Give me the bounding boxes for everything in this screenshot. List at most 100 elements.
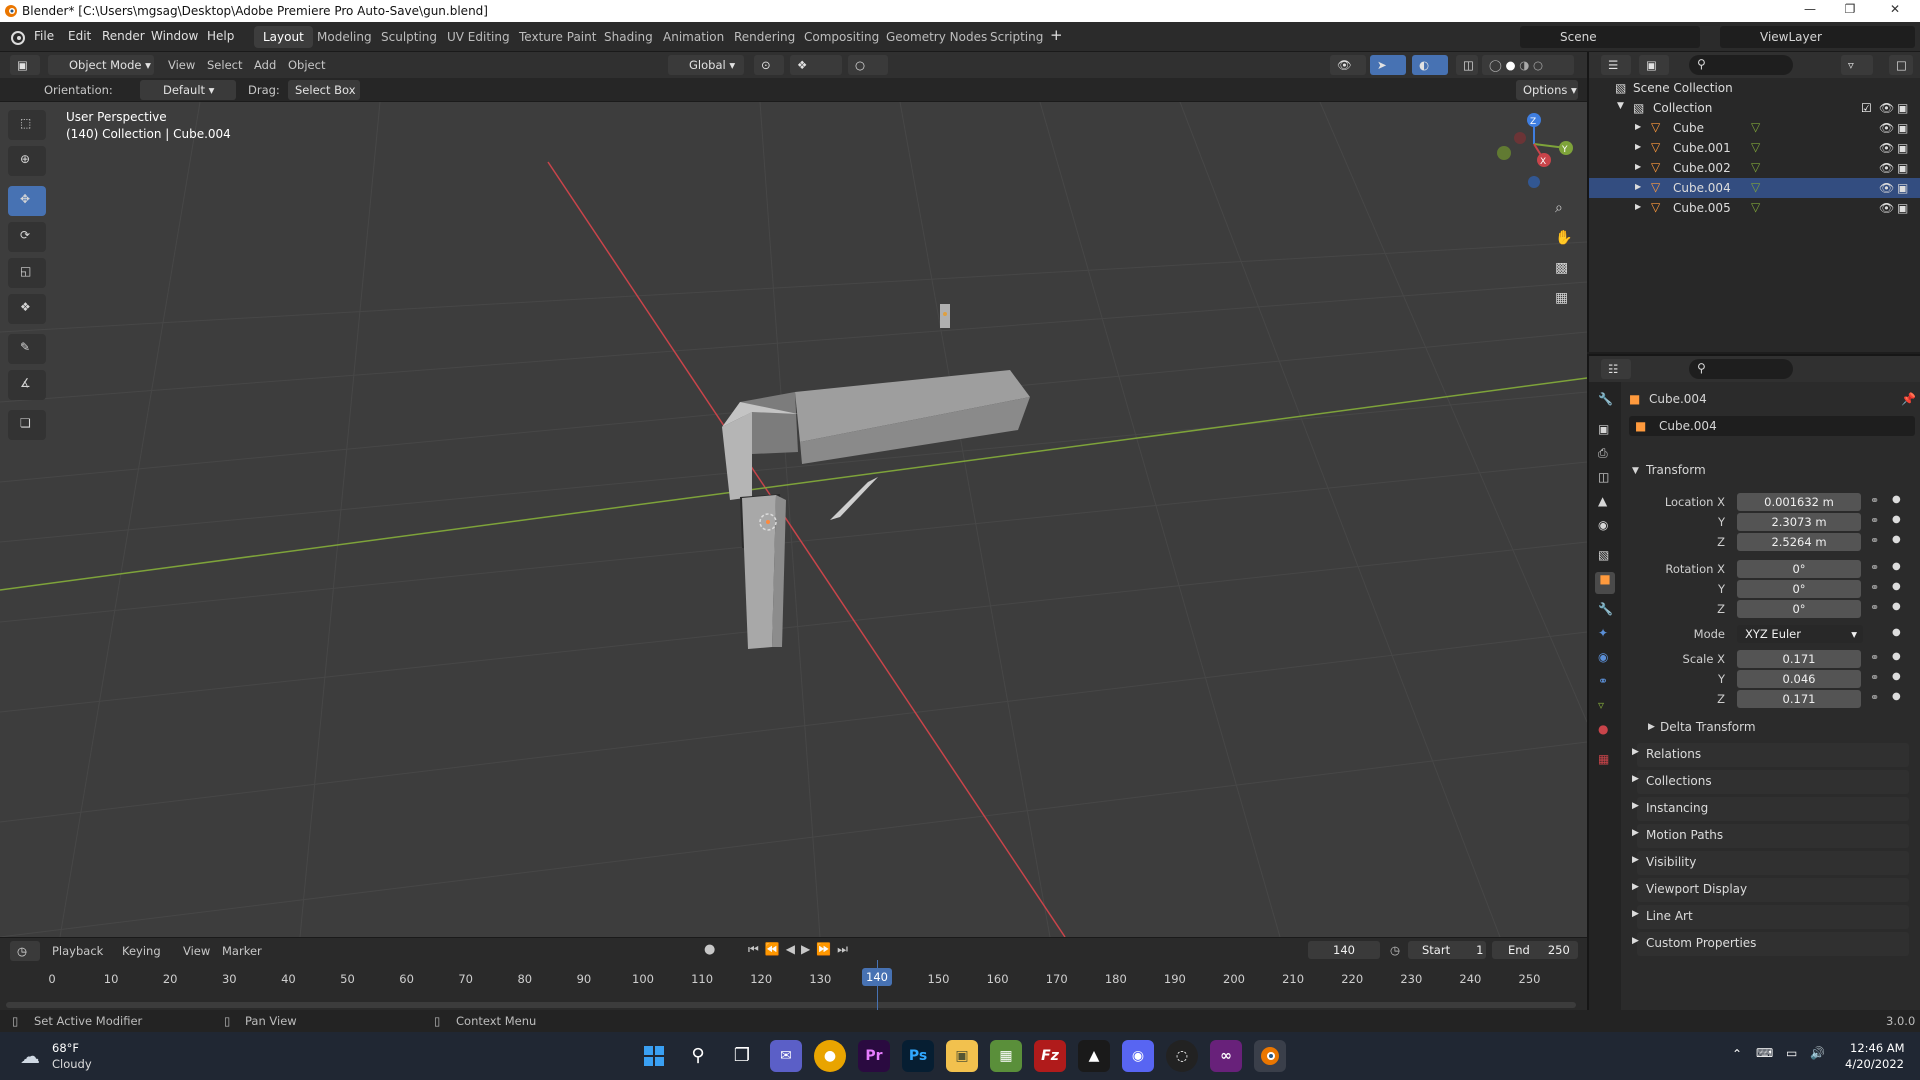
overlay-toggle-button[interactable]: ◐: [1412, 55, 1448, 75]
object-render-icon[interactable]: ▣: [1897, 161, 1908, 175]
keyframe-dot-icon[interactable]: ●: [1892, 561, 1901, 572]
panel-collapsed[interactable]: ▶ Line Art: [1632, 905, 1909, 929]
menu-help[interactable]: Help: [207, 29, 234, 43]
lock-icon[interactable]: ⚭: [1870, 691, 1879, 704]
minecraft-icon[interactable]: ▦: [990, 1040, 1022, 1072]
particles-tab-icon[interactable]: ✦: [1598, 626, 1608, 640]
tab-sculpting[interactable]: Sculpting: [372, 26, 446, 48]
menu-playback[interactable]: Playback: [52, 944, 103, 958]
outliner-row-object[interactable]: ▶ ▽ Cube.002 ▽ 👁 ▣: [1589, 158, 1920, 178]
move-tool[interactable]: ✥: [8, 186, 46, 216]
minimize-button[interactable]: —: [1790, 2, 1830, 20]
blender-menu-icon[interactable]: [10, 30, 26, 46]
lock-icon[interactable]: ⚭: [1870, 561, 1879, 574]
menu-file[interactable]: File: [34, 29, 54, 43]
outliner-row-collection[interactable]: ▼ ▧ Collection ☑ 👁 ▣: [1589, 98, 1920, 118]
viewlayer-selector[interactable]: ViewLayer: [1720, 26, 1915, 48]
record-button[interactable]: ●: [704, 942, 715, 957]
photoshop-icon[interactable]: Ps: [902, 1040, 934, 1072]
mesh-data-icon[interactable]: ▽: [1751, 180, 1760, 194]
obs-icon[interactable]: ◌: [1166, 1040, 1198, 1072]
panel-collapsed[interactable]: ▶ Collections: [1632, 770, 1909, 794]
select-box-tool[interactable]: ⬚: [8, 110, 46, 140]
object-datablock-field[interactable]: ■ Cube.004: [1629, 416, 1915, 436]
collection-render-icon[interactable]: ▣: [1897, 101, 1908, 115]
material-shading-icon[interactable]: ◑: [1519, 58, 1529, 72]
scale-y-field[interactable]: 0.046: [1737, 670, 1861, 688]
tab-texture-paint[interactable]: Texture Paint: [510, 26, 605, 48]
lock-icon[interactable]: ⚭: [1870, 534, 1879, 547]
volume-icon[interactable]: 🔊: [1810, 1046, 1825, 1060]
display-icon[interactable]: ▭: [1786, 1046, 1797, 1060]
keyframe-dot-icon[interactable]: ●: [1892, 691, 1901, 702]
tab-compositing[interactable]: Compositing: [795, 26, 888, 48]
keyframe-dot-icon[interactable]: ●: [1892, 514, 1901, 525]
scale-x-field[interactable]: 0.171: [1737, 650, 1861, 668]
scale-tool[interactable]: ◱: [8, 258, 46, 288]
search-taskbar-icon[interactable]: ⚲: [682, 1040, 714, 1072]
outliner-search-input[interactable]: ⚲: [1689, 55, 1793, 75]
panel-collapsed[interactable]: ▶ Visibility: [1632, 851, 1909, 875]
transform-panel-title[interactable]: Transform: [1646, 463, 1706, 477]
add-workspace-icon[interactable]: +: [1050, 26, 1063, 44]
unity-icon[interactable]: ▲: [1078, 1040, 1110, 1072]
tool-tab-icon[interactable]: 🔧: [1598, 392, 1613, 406]
object-render-icon[interactable]: ▣: [1897, 141, 1908, 155]
render-tab-icon[interactable]: ▣: [1598, 422, 1609, 436]
menu-edit[interactable]: Edit: [68, 29, 91, 43]
annotate-tool[interactable]: ✎: [8, 334, 46, 364]
pin-icon[interactable]: 📌: [1901, 392, 1916, 406]
expand-chevron-icon[interactable]: ▶: [1635, 162, 1641, 171]
delta-transform-label[interactable]: Delta Transform: [1660, 720, 1756, 734]
pivot-point-button[interactable]: ⊙: [754, 55, 784, 75]
menu-object[interactable]: Object: [288, 58, 325, 72]
menu-view[interactable]: View: [168, 58, 195, 72]
keyframe-dot-icon[interactable]: ●: [1892, 651, 1901, 662]
expand-chevron-icon[interactable]: ▶: [1635, 142, 1641, 151]
panel-collapsed[interactable]: ▶ Relations: [1632, 743, 1909, 767]
material-tab-icon[interactable]: ●: [1598, 722, 1608, 736]
outliner-row-object[interactable]: ▶ ▽ Cube ▽ 👁 ▣: [1589, 118, 1920, 138]
solid-shading-icon[interactable]: ●: [1506, 58, 1516, 72]
menu-timeline-view[interactable]: View: [183, 944, 210, 958]
transform-tool[interactable]: ❖: [8, 294, 46, 324]
cursor-tool[interactable]: ⊕: [8, 146, 46, 176]
menu-window[interactable]: Window: [151, 29, 198, 43]
texture-tab-icon[interactable]: ▦: [1598, 752, 1609, 766]
new-collection-button[interactable]: □: [1889, 55, 1913, 75]
lock-icon[interactable]: ⚭: [1870, 581, 1879, 594]
collapse-chevron-icon[interactable]: ▼: [1617, 101, 1624, 111]
display-mode-button[interactable]: ▣: [1639, 55, 1669, 75]
keyframe-dot-icon[interactable]: ●: [1892, 534, 1901, 545]
mesh-data-icon[interactable]: ▽: [1751, 120, 1760, 134]
ortho-toggle-icon[interactable]: ▦: [1555, 290, 1568, 306]
exclude-checkbox[interactable]: ☑: [1861, 101, 1872, 115]
transform-orientation-dropdown[interactable]: Global ▾: [668, 55, 744, 75]
location-y-field[interactable]: 2.3073 m: [1737, 513, 1861, 531]
data-tab-icon[interactable]: ▿: [1598, 698, 1604, 712]
scale-z-field[interactable]: 0.171: [1737, 690, 1861, 708]
timeline-editor-type[interactable]: ◷: [10, 941, 40, 961]
world-tab-icon[interactable]: ◉: [1598, 518, 1608, 532]
object-visibility-icon[interactable]: 👁: [1879, 121, 1894, 135]
start-frame-field[interactable]: Start 1: [1408, 941, 1486, 959]
physics-tab-icon[interactable]: ◉: [1598, 650, 1608, 664]
lock-icon[interactable]: ⚭: [1870, 651, 1879, 664]
location-z-field[interactable]: 2.5264 m: [1737, 533, 1861, 551]
expand-chevron-icon[interactable]: ▶: [1635, 182, 1641, 191]
timeline-scrollbar[interactable]: [6, 1002, 1576, 1008]
xray-button[interactable]: ◫: [1456, 55, 1478, 75]
rotation-y-field[interactable]: 0°: [1737, 580, 1861, 598]
object-visibility-icon[interactable]: 👁: [1879, 201, 1894, 215]
rotation-z-field[interactable]: 0°: [1737, 600, 1861, 618]
snap-button[interactable]: ❖: [790, 55, 842, 75]
location-x-field[interactable]: 0.001632 m: [1737, 493, 1861, 511]
discord-icon[interactable]: ◉: [1122, 1040, 1154, 1072]
rendered-shading-icon[interactable]: ○: [1533, 58, 1543, 72]
keyframe-dot-icon[interactable]: ●: [1892, 671, 1901, 682]
mode-dropdown[interactable]: Object Mode ▾: [48, 55, 154, 75]
menu-marker[interactable]: Marker: [222, 944, 262, 958]
transform-chevron-icon[interactable]: ▼: [1632, 466, 1639, 476]
playback-controls[interactable]: ⏮⏪◀▶⏩⏭: [748, 942, 854, 957]
blender-taskbar-icon[interactable]: [1254, 1040, 1286, 1072]
